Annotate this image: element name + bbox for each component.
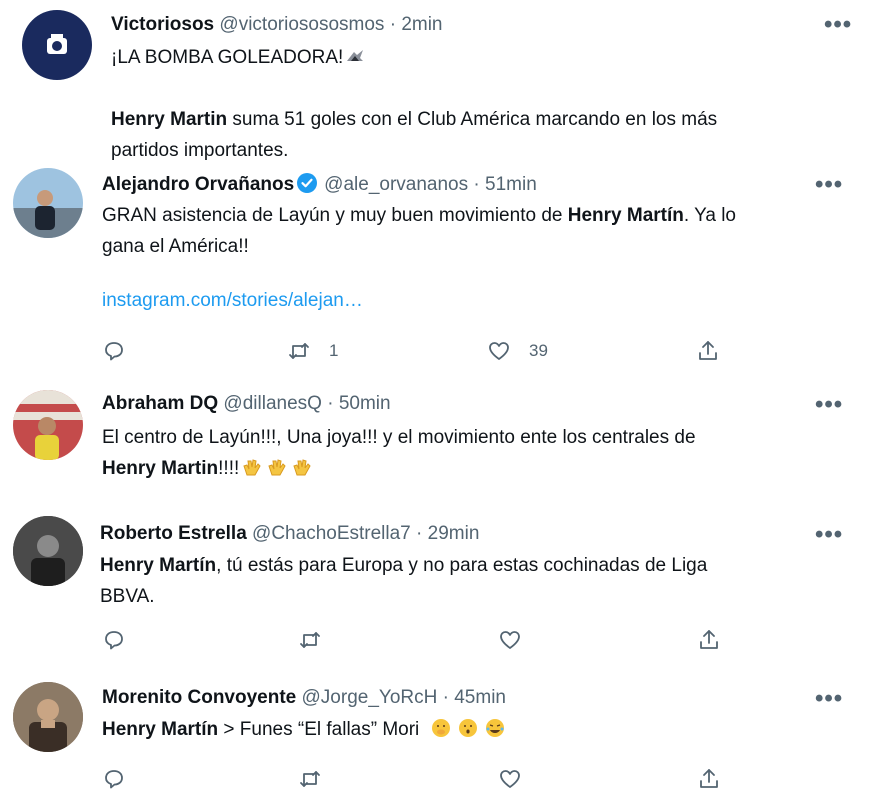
tweet-header: Morenito Convoyente @Jorge_YoRcH · 45min xyxy=(102,686,506,710)
tweet-actions xyxy=(102,625,742,655)
tweet-line: , tú estás para Europa y no para estas c… xyxy=(216,555,708,576)
mention-bold: Henry Martin xyxy=(102,458,219,479)
reply-button[interactable] xyxy=(102,625,126,655)
avatar[interactable] xyxy=(13,390,83,460)
reply-icon xyxy=(105,770,123,789)
avatar[interactable] xyxy=(13,682,83,752)
tweet-line: gana el América!! xyxy=(102,236,249,257)
retweet-icon xyxy=(300,632,320,648)
reply-button[interactable] xyxy=(102,764,126,794)
retweet-count: 1 xyxy=(329,341,339,360)
more-options-button[interactable]: ••• xyxy=(815,687,843,711)
mention-bold: Henry Martin xyxy=(111,109,228,130)
handle[interactable]: @dillanesQ xyxy=(223,393,322,414)
like-button[interactable]: 39 xyxy=(487,336,548,366)
retweet-button[interactable]: 1 xyxy=(287,336,338,366)
more-options-button[interactable]: ••• xyxy=(815,523,843,547)
tweet-line: BBVA. xyxy=(100,586,155,607)
retweet-button[interactable] xyxy=(298,625,322,655)
tweet-text: ¡LA BOMBA GOLEADORA! Henry Martin suma 5… xyxy=(111,42,717,166)
share-button[interactable] xyxy=(697,764,721,794)
tweet-header: Victoriosos @victoriosososmos · 2min xyxy=(111,13,443,37)
like-count: 39 xyxy=(529,341,548,360)
tweet-text: Henry Martín > Funes “El fallas” Mori xyxy=(102,714,505,745)
instagram-link[interactable]: instagram.com/stories/alejan… xyxy=(102,285,736,316)
more-options-button[interactable]: ••• xyxy=(824,13,852,37)
tweet-line: El centro de Layún!!!, Una joya!!! y el … xyxy=(102,427,696,448)
share-button[interactable] xyxy=(696,336,720,366)
timestamp[interactable]: 50min xyxy=(339,393,391,414)
face-with-hand-over-mouth-emoji-icon xyxy=(431,719,450,737)
tweet-line: > Funes “El fallas” Mori xyxy=(218,719,420,740)
timestamp[interactable]: 29min xyxy=(428,523,480,544)
hushed-face-emoji-icon xyxy=(458,719,477,737)
tweet-actions: 1 39 xyxy=(102,336,742,366)
mention-bold: Henry Martín xyxy=(567,205,684,226)
display-name[interactable]: Roberto Estrella xyxy=(100,523,247,544)
eagle-emoji-icon xyxy=(347,50,364,61)
more-options-button[interactable]: ••• xyxy=(815,173,843,197)
handle[interactable]: @ale_orvananos xyxy=(324,174,468,195)
reply-icon xyxy=(105,631,123,650)
display-name[interactable]: Victoriosos xyxy=(111,14,214,35)
profile-photo-icon xyxy=(13,190,83,238)
tweet-header: Alejandro Orvañanos @ale_orvananos · 51mi… xyxy=(102,172,537,197)
share-icon xyxy=(699,341,717,360)
profile-photo-icon xyxy=(13,516,83,586)
rolling-on-floor-laughing-emoji-icon xyxy=(486,719,505,737)
tweet-actions xyxy=(102,764,742,794)
share-icon xyxy=(700,630,718,649)
more-options-button[interactable]: ••• xyxy=(815,393,843,417)
mention-bold: Henry Martín xyxy=(100,555,217,576)
handle[interactable]: @ChachoEstrella7 xyxy=(252,523,411,544)
verified-icon xyxy=(297,173,318,193)
avatar[interactable] xyxy=(22,10,92,80)
retweet-button[interactable] xyxy=(298,764,322,794)
handle[interactable]: @Jorge_YoRcH xyxy=(302,687,438,708)
display-name[interactable]: Morenito Convoyente xyxy=(102,687,296,708)
like-icon xyxy=(489,342,509,360)
profile-photo-icon xyxy=(13,682,83,752)
clapping-hands-emoji-icon xyxy=(243,459,261,476)
tweet-line: ¡LA BOMBA GOLEADORA! xyxy=(111,47,344,68)
tweet-text: Henry Martín, tú estás para Europa y no … xyxy=(100,550,707,612)
like-icon xyxy=(500,631,520,649)
retweet-icon xyxy=(300,771,320,787)
display-name[interactable]: Abraham DQ xyxy=(102,393,218,414)
profile-photo-icon xyxy=(13,390,83,460)
tweet-line: partidos importantes. xyxy=(111,140,289,161)
tweet-text: El centro de Layún!!!, Una joya!!! y el … xyxy=(102,422,696,484)
clapping-hands-emoji-icon xyxy=(293,459,311,476)
tweet-line: !!!! xyxy=(218,458,240,479)
display-name[interactable]: Alejandro Orvañanos xyxy=(102,174,294,195)
tweet-line: . Ya lo xyxy=(683,205,736,226)
handle[interactable]: @victoriosososmos xyxy=(219,14,384,35)
timestamp[interactable]: 51min xyxy=(485,174,537,195)
separator: · xyxy=(416,523,423,544)
avatar[interactable] xyxy=(13,168,83,238)
tweet-line: GRAN asistencia de Layún y muy buen movi… xyxy=(102,205,568,226)
like-icon xyxy=(500,770,520,788)
separator: · xyxy=(473,174,480,195)
timestamp[interactable]: 45min xyxy=(454,687,506,708)
separator: · xyxy=(442,687,449,708)
tweet-header: Roberto Estrella @ChachoEstrella7 · 29mi… xyxy=(100,522,479,546)
separator: · xyxy=(327,393,334,414)
avatar[interactable] xyxy=(13,516,83,586)
separator: · xyxy=(389,14,397,35)
share-button[interactable] xyxy=(697,625,721,655)
like-button[interactable] xyxy=(498,625,522,655)
timestamp[interactable]: 2min xyxy=(401,14,442,35)
club-crest-icon xyxy=(47,34,67,54)
tweet-text: GRAN asistencia de Layún y muy buen movi… xyxy=(102,200,736,316)
like-button[interactable] xyxy=(498,764,522,794)
retweet-icon xyxy=(289,343,309,359)
tweet-line: suma 51 goles con el Club América marcan… xyxy=(227,109,718,130)
clapping-hands-emoji-icon xyxy=(268,459,286,476)
reply-button[interactable] xyxy=(102,336,126,366)
mention-bold: Henry Martín xyxy=(102,719,219,740)
share-icon xyxy=(700,769,718,788)
tweet-header: Abraham DQ @dillanesQ · 50min xyxy=(102,392,391,416)
reply-icon xyxy=(105,342,123,361)
